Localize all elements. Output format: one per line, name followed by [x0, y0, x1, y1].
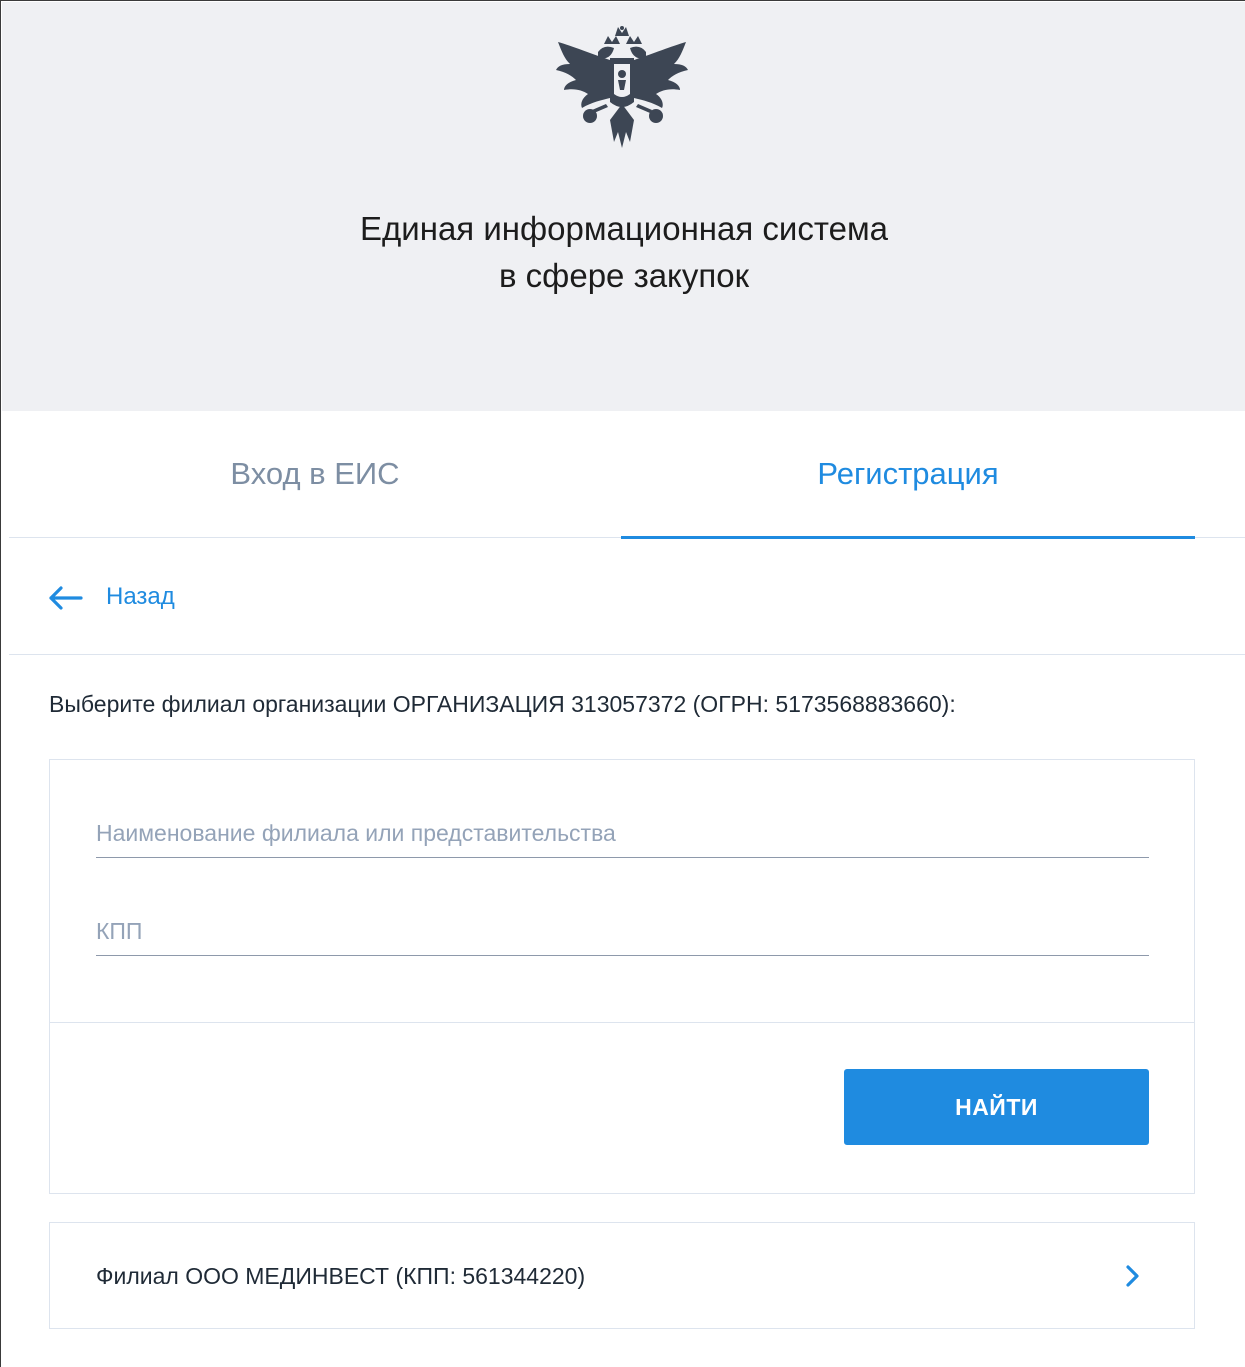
- branch-name-input[interactable]: [96, 806, 1149, 857]
- tab-registration[interactable]: Регистрация: [621, 411, 1195, 539]
- page-frame: Единая информационная система в сфере за…: [0, 0, 1245, 1367]
- tab-login[interactable]: Вход в ЕИС: [9, 411, 621, 537]
- coat-of-arms-icon: [556, 26, 688, 148]
- branch-result-label: Филиал ООО МЕДИНВЕСТ (КПП: 561344220): [96, 1263, 586, 1289]
- auth-tabs: Вход в ЕИС Регистрация: [9, 411, 1245, 539]
- branch-result-item[interactable]: Филиал ООО МЕДИНВЕСТ (КПП: 561344220): [49, 1222, 1195, 1329]
- arrow-left-icon[interactable]: [49, 586, 83, 610]
- chevron-right-icon: [1126, 1265, 1139, 1287]
- branch-search-form: НАЙТИ: [49, 759, 1195, 1194]
- back-navigation: Назад: [9, 539, 1245, 655]
- tab-registration-label: Регистрация: [817, 456, 999, 491]
- branch-selection-instruction: Выберите филиал организации ОРГАНИЗАЦИЯ …: [49, 691, 956, 717]
- tab-login-label: Вход в ЕИС: [230, 456, 400, 491]
- page-header: Единая информационная система в сфере за…: [2, 2, 1245, 411]
- site-title-line2: в сфере закупок: [498, 257, 750, 294]
- find-button[interactable]: НАЙТИ: [844, 1069, 1149, 1145]
- back-link[interactable]: Назад: [106, 583, 175, 611]
- kpp-field[interactable]: [96, 904, 1149, 956]
- branch-name-field[interactable]: [96, 806, 1149, 858]
- site-title-line1: Единая информационная система: [360, 210, 888, 247]
- kpp-input[interactable]: [96, 904, 1149, 955]
- form-divider: [50, 1022, 1194, 1023]
